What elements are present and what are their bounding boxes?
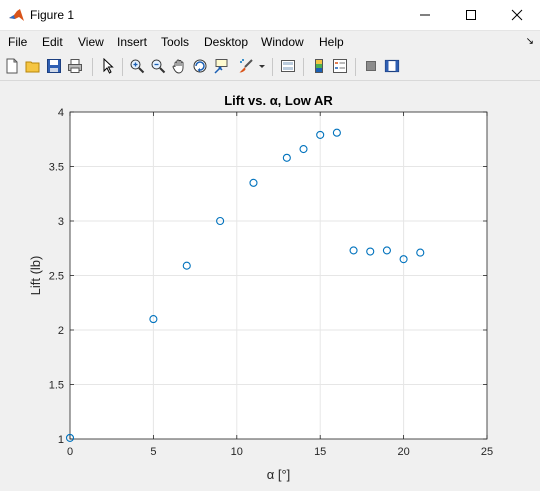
chevron-down-icon xyxy=(259,65,265,68)
menu-edit[interactable]: Edit xyxy=(42,35,63,49)
y-tick-label: 2.5 xyxy=(49,271,64,283)
brush-button[interactable] xyxy=(237,57,255,75)
brush-icon xyxy=(239,59,253,73)
matlab-icon xyxy=(9,9,24,21)
y-axis-label: Lift (lb) xyxy=(28,256,43,296)
figure-canvas: 0 5 10 15 20 25 1 1.5 2 2.5 3 3.5 4 Lift vs. α, Low… xyxy=(0,81,540,486)
zoom-in-icon xyxy=(130,59,145,74)
link-plot-button[interactable] xyxy=(279,57,297,75)
window-title: Figure 1 xyxy=(30,8,75,22)
x-axis-label: α [°] xyxy=(267,467,291,482)
x-tick-label: 0 xyxy=(67,446,73,458)
brush-dropdown-button[interactable] xyxy=(257,57,267,75)
rotate-3d-icon xyxy=(193,59,207,73)
colorbar-icon xyxy=(315,59,323,73)
print-button[interactable] xyxy=(66,57,84,75)
colorbar-button[interactable] xyxy=(310,57,328,75)
show-plot-tools-button[interactable] xyxy=(383,57,401,75)
y-tick-label: 1.5 xyxy=(49,380,64,392)
x-tick-label: 25 xyxy=(481,446,493,458)
minimize-button[interactable] xyxy=(402,0,448,30)
menu-view[interactable]: View xyxy=(78,35,104,49)
scatter-plot[interactable]: 0 5 10 15 20 25 1 1.5 2 2.5 3 3.5 4 Lift vs. α, Low… xyxy=(0,81,540,486)
zoom-out-button[interactable] xyxy=(149,57,167,75)
title-bar: Figure 1 xyxy=(0,0,540,31)
y-tick-label: 1 xyxy=(58,434,64,446)
menu-desktop[interactable]: Desktop xyxy=(204,35,248,49)
print-icon xyxy=(68,59,82,73)
minimize-icon xyxy=(420,14,430,16)
hide-plot-tools-button[interactable] xyxy=(362,57,380,75)
pan-button[interactable] xyxy=(170,57,188,75)
close-button[interactable] xyxy=(494,0,540,30)
pan-icon xyxy=(172,59,184,74)
toolbar-separator xyxy=(303,58,304,76)
pointer-icon xyxy=(103,58,114,74)
close-icon xyxy=(511,9,523,21)
toolbar-separator xyxy=(355,58,356,76)
maximize-button[interactable] xyxy=(448,0,494,30)
link-plot-icon xyxy=(281,60,295,72)
new-figure-button[interactable] xyxy=(3,57,21,75)
x-tick-label: 15 xyxy=(314,446,326,458)
y-tick-label: 2 xyxy=(58,325,64,337)
zoom-in-button[interactable] xyxy=(128,57,146,75)
figure-toolbar xyxy=(0,53,540,81)
edit-plot-button[interactable] xyxy=(99,57,117,75)
hide-plot-tools-icon xyxy=(366,61,376,71)
maximize-icon xyxy=(466,10,476,20)
x-tick-label: 20 xyxy=(397,446,409,458)
y-tick-label: 3 xyxy=(58,216,64,228)
save-icon xyxy=(47,59,61,73)
menu-overflow-arrow[interactable]: ↘ xyxy=(526,36,534,47)
open-file-icon xyxy=(25,61,40,73)
toolbar-separator xyxy=(92,58,93,76)
legend-button[interactable] xyxy=(331,57,349,75)
save-button[interactable] xyxy=(45,57,63,75)
x-tick-label: 10 xyxy=(231,446,243,458)
x-tick-labels: 0 5 10 15 20 25 xyxy=(67,446,493,458)
rotate-3d-button[interactable] xyxy=(191,57,209,75)
toolbar-separator xyxy=(122,58,123,76)
new-figure-icon xyxy=(6,58,18,74)
y-tick-label: 3.5 xyxy=(49,162,64,174)
x-tick-label: 5 xyxy=(150,446,156,458)
menu-help[interactable]: Help xyxy=(319,35,344,49)
menu-file[interactable]: File xyxy=(8,35,27,49)
legend-icon xyxy=(333,59,347,73)
data-cursor-icon xyxy=(214,59,228,74)
data-cursor-button[interactable] xyxy=(212,57,230,75)
open-file-button[interactable] xyxy=(24,57,42,75)
plot-title: Lift vs. α, Low AR xyxy=(224,93,333,108)
y-tick-label: 4 xyxy=(58,107,64,119)
zoom-out-icon xyxy=(151,59,166,74)
show-plot-tools-icon xyxy=(384,59,400,73)
menu-bar: File Edit View Insert Tools Desktop Wind… xyxy=(0,31,540,53)
toolbar-separator xyxy=(272,58,273,76)
menu-insert[interactable]: Insert xyxy=(117,35,147,49)
y-tick-labels: 1 1.5 2 2.5 3 3.5 4 xyxy=(49,107,64,446)
menu-window[interactable]: Window xyxy=(261,35,304,49)
menu-tools[interactable]: Tools xyxy=(161,35,189,49)
